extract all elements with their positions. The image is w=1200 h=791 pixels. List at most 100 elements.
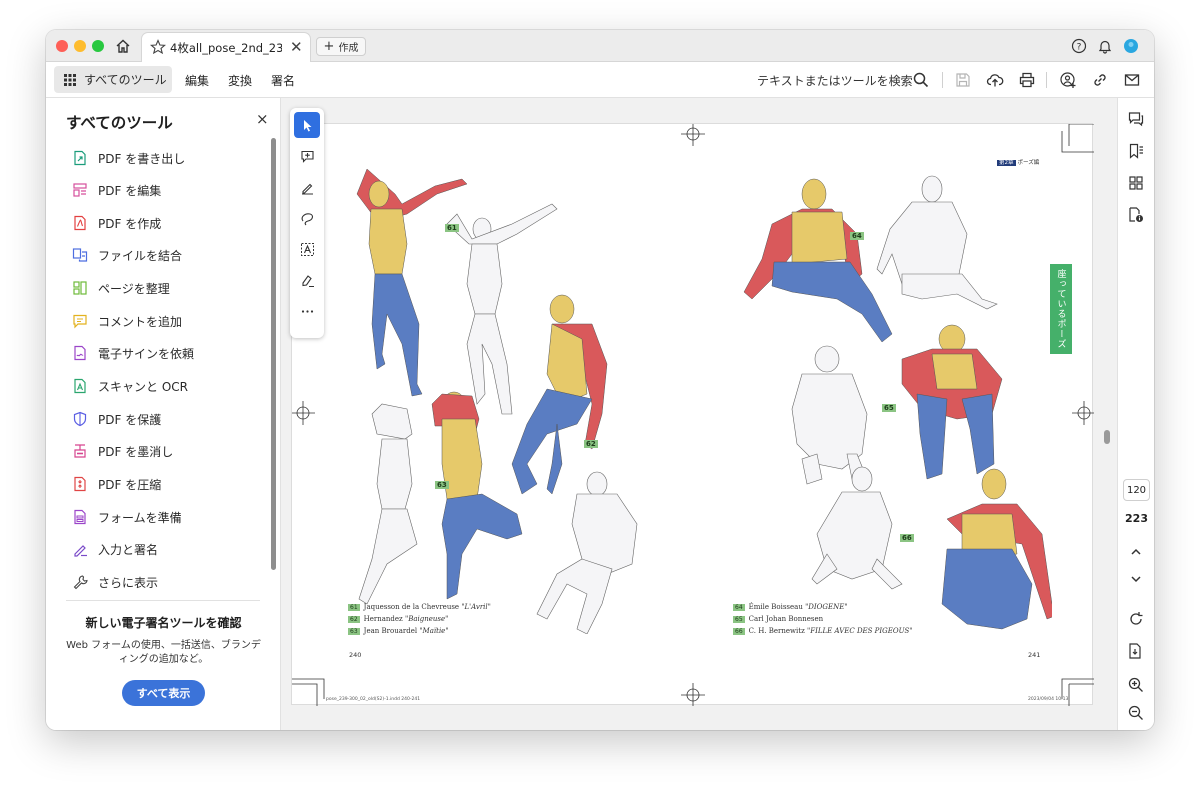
pose-figure-white-6 (811, 466, 903, 590)
star-icon[interactable] (150, 39, 166, 55)
extract-page-icon[interactable] (1127, 642, 1145, 660)
create-pdf-icon (74, 215, 86, 231)
print-icon[interactable] (1018, 71, 1036, 89)
tool-label: ページを整理 (98, 281, 170, 296)
tool-label: PDF を保護 (98, 412, 162, 427)
add-comment-tool-button[interactable] (294, 143, 320, 169)
rotate-icon[interactable] (1127, 610, 1145, 628)
all-tools-button[interactable]: すべてのツール (54, 66, 172, 93)
bell-icon[interactable] (1097, 38, 1113, 54)
mail-icon[interactable] (1123, 71, 1141, 89)
footer-right: 2023/09/04 10:13 (1028, 697, 1069, 702)
caption-61: 61 Jaquesson de la Chevreuse "L'Avril" (348, 603, 491, 611)
scan-ocr-icon (74, 378, 86, 394)
document-scrollbar[interactable] (1104, 430, 1110, 444)
zoom-in-icon[interactable] (1127, 676, 1145, 694)
tool-fill-sign[interactable]: 入力と署名 (72, 538, 158, 560)
caption-66: 66 C. H. Bernewitz "FILLE AVEC DES PIGEOU… (733, 627, 913, 635)
close-window-button[interactable] (56, 40, 68, 52)
save-icon[interactable] (954, 71, 972, 89)
tool-label: フォームを準備 (98, 510, 182, 525)
menu-convert[interactable]: 変換 (228, 72, 252, 89)
tool-label: ファイルを結合 (98, 248, 183, 263)
sign-tool-button[interactable] (294, 267, 320, 293)
current-page-input[interactable]: 120 (1123, 479, 1150, 501)
annotation-toolbar (290, 108, 324, 338)
document-viewer[interactable]: 61 62 63 61 Jaquesson de la Chevreuse "L'… (281, 98, 1117, 730)
more-options-button[interactable] (294, 298, 320, 324)
tool-label: PDF を編集 (98, 183, 162, 198)
chevron-down-icon[interactable] (1127, 570, 1145, 588)
all-tools-panel: すべてのツール × PDF を書き出し PDF を編集 PDF を作成 ファイル… (46, 98, 281, 730)
tool-scan-ocr[interactable]: スキャンと OCR (72, 375, 188, 397)
bookmark-icon[interactable] (1127, 142, 1145, 160)
tool-label: コメントを追加 (98, 314, 183, 329)
plus-icon: + (323, 39, 335, 54)
panel-title: すべてのツール (66, 114, 173, 132)
thumbnails-icon[interactable] (1127, 174, 1145, 192)
pose-figure-white-2 (358, 403, 418, 605)
tool-create-pdf[interactable]: PDF を作成 (72, 212, 161, 234)
caption-65: 65 Carl Johan Bonnesen (733, 615, 824, 623)
more-tools-icon (73, 575, 88, 590)
pose-figure-white-5 (791, 345, 868, 485)
search-icon[interactable] (912, 71, 930, 89)
tool-edit-pdf[interactable]: PDF を編集 (72, 179, 161, 201)
avatar[interactable] (1123, 38, 1139, 54)
signature-pen-icon (301, 274, 314, 287)
tool-request-esign[interactable]: 電子サインを依頼 (72, 342, 194, 364)
tool-more[interactable]: さらに表示 (72, 571, 158, 593)
combine-files-icon (72, 248, 88, 262)
pose-figure-65 (901, 324, 1003, 480)
draw-tool-button[interactable] (294, 174, 320, 200)
tool-organize-pages[interactable]: ページを整理 (72, 277, 170, 299)
text-tool-button[interactable] (294, 236, 320, 262)
divider (942, 72, 943, 88)
search-tools-input[interactable]: テキストまたはツールを検索 (757, 72, 913, 89)
zoom-out-icon[interactable] (1127, 704, 1145, 722)
close-panel-icon[interactable]: × (256, 110, 269, 128)
redact-pdf-icon (74, 444, 86, 458)
tool-compress-pdf[interactable]: PDF を圧縮 (72, 473, 161, 495)
tool-export-pdf[interactable]: PDF を書き出し (72, 147, 185, 169)
tool-prepare-form[interactable]: フォームを準備 (72, 506, 182, 528)
pdf-spread: 61 62 63 61 Jaquesson de la Chevreuse "L'… (291, 123, 1094, 706)
tool-add-comment[interactable]: コメントを追加 (72, 310, 182, 332)
pose-figure-63 (431, 391, 523, 600)
all-tools-label: すべてのツール (84, 73, 167, 87)
pose-figures-left (356, 168, 638, 634)
fill-sign-icon (74, 545, 87, 557)
tool-combine-files[interactable]: ファイルを結合 (72, 244, 182, 266)
pose-figure-61 (356, 168, 468, 397)
tab-title: 4枚all_pose_2nd_230... (170, 41, 282, 55)
minimize-window-button[interactable] (74, 40, 86, 52)
caption-63: 63 Jean Brouardel "Maïtie" (348, 627, 449, 635)
tool-label: PDF を圧縮 (98, 477, 162, 492)
menu-edit[interactable]: 編集 (185, 72, 209, 89)
tool-redact-pdf[interactable]: PDF を墨消し (72, 440, 173, 462)
share-user-icon[interactable] (1059, 71, 1077, 89)
footer-left: pose_239-300_02_old(S2)-1.indd 240-241 (326, 697, 421, 702)
menu-sign[interactable]: 署名 (271, 72, 295, 89)
caption-64: 64 Émile Boisseau "DIOGENE" (733, 603, 848, 611)
help-icon[interactable]: ? (1071, 38, 1087, 54)
select-tool-button[interactable] (294, 112, 320, 138)
chevron-up-icon[interactable] (1127, 543, 1145, 561)
home-icon[interactable] (114, 37, 132, 55)
tool-protect-pdf[interactable]: PDF を保護 (72, 408, 161, 430)
show-all-button[interactable]: すべて表示 (122, 680, 205, 706)
request-esign-icon (74, 345, 86, 361)
comments-panel-icon[interactable] (1127, 110, 1145, 128)
promo-title: 新しい電子署名ツールを確認 (85, 616, 242, 630)
maximize-window-button[interactable] (92, 40, 104, 52)
lasso-tool-button[interactable] (294, 205, 320, 231)
tool-label: PDF を作成 (98, 216, 162, 231)
pose-figure-64 (743, 178, 893, 343)
document-tab[interactable]: 4枚all_pose_2nd_230... ✕ (141, 32, 311, 62)
document-info-icon[interactable] (1127, 206, 1145, 224)
panel-scrollbar[interactable] (271, 138, 276, 570)
link-icon[interactable] (1091, 71, 1109, 89)
create-button[interactable]: + 作成 (316, 37, 366, 56)
cloud-upload-icon[interactable] (986, 71, 1004, 89)
tab-close-icon[interactable]: ✕ (290, 38, 303, 56)
